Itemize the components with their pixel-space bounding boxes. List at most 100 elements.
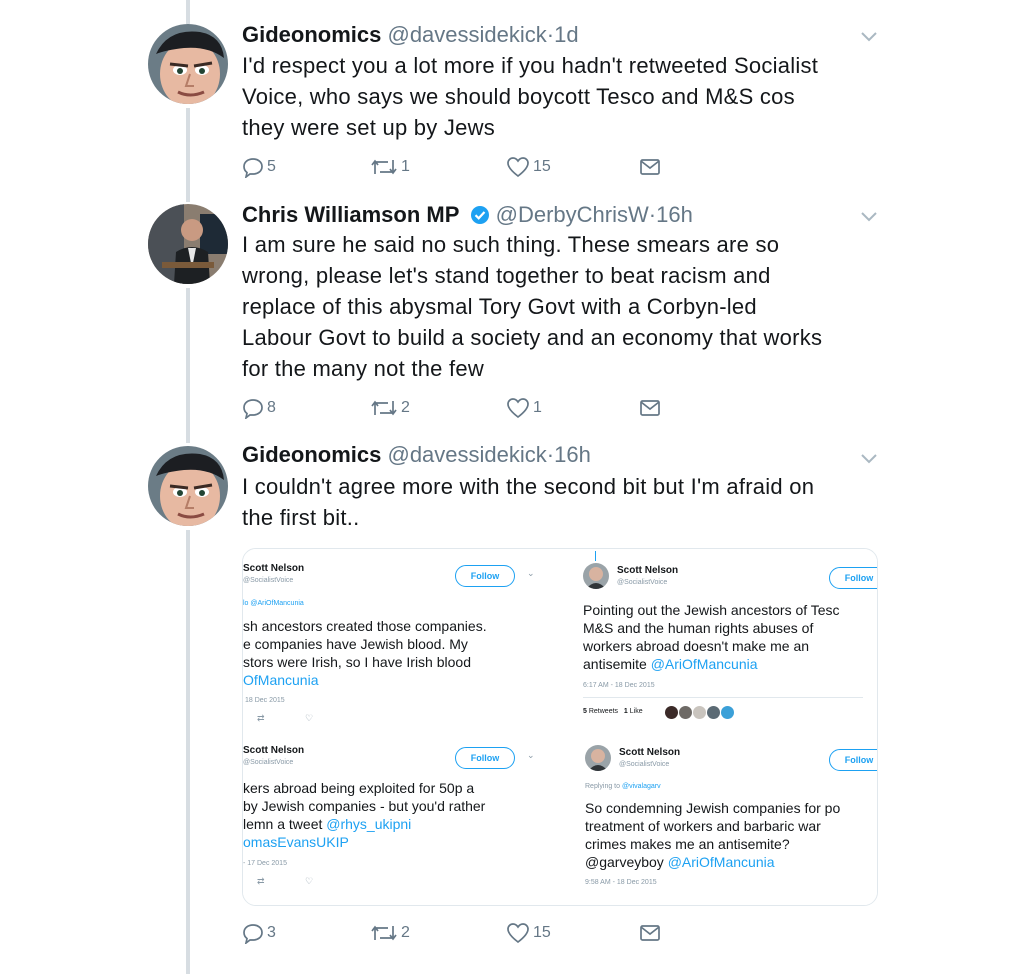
tweet-actions: 5 1 15 [242,154,682,180]
retweet-icon [371,159,397,175]
tweet-text-line: replace of this abysmal Tory Govt with a… [242,294,757,319]
tweet-text-line: Voice, who says we should boycott Tesco … [242,84,795,109]
timestamp[interactable]: 1d [554,22,578,47]
tweet-text: I am sure he said no such thing. These s… [242,229,882,384]
reply-button[interactable]: 8 [242,395,276,421]
reply-button[interactable]: 5 [242,154,276,180]
reply-count: 5 [267,158,276,175]
chevron-down-icon[interactable] [860,210,878,228]
attached-image[interactable]: Scott Nelson @SocialistVoice Follow ⌄ lo… [242,548,878,906]
avatar[interactable] [148,204,228,284]
chevron-down-icon: ⌄ [527,750,535,760]
screenshot-tweet-text: So condemning Jewish companies for po tr… [585,800,841,870]
tweet[interactable]: Gideonomics @davessidekick·1d I'd respec… [0,22,1024,194]
like-count: 1 [533,399,542,416]
screenshot-display-name: Scott Nelson [243,745,305,756]
username[interactable]: @DerbyChrisW [496,202,649,227]
screenshot-follow-button: Follow [829,749,877,771]
screenshot-display-name: Scott Nelson [619,747,681,758]
reply-icon [243,158,263,178]
retweet-button[interactable]: 2 [370,920,410,946]
screenshot-display-name: Scott Nelson [617,565,679,576]
verified-badge-icon [470,206,489,224]
screenshot-display-name: Scott Nelson [243,563,305,574]
screenshot-tweet-bottom-left: Scott Nelson @SocialistVoice Follow ⌄ ke… [243,737,561,905]
like-button[interactable]: 15 [506,154,551,180]
screenshot-tweet-top-left: Scott Nelson @SocialistVoice Follow ⌄ lo… [243,549,561,735]
reply-button[interactable]: 3 [242,920,276,946]
reply-count: 8 [267,399,276,416]
thread-line [186,0,190,24]
direct-message-button[interactable] [638,154,662,180]
timestamp[interactable]: 16h [554,442,591,467]
like-icon: ♡ [305,876,314,886]
avatar [665,706,678,719]
screenshot-follow-button: Follow [829,567,877,589]
chevron-down-icon[interactable] [860,452,878,470]
avatar[interactable] [148,446,228,526]
avatar[interactable] [148,24,228,104]
tweet[interactable]: Chris Williamson MP @DerbyChrisW·16h I a… [0,202,1024,434]
screenshot-tweet-text: Pointing out the Jewish ancestors of Tes… [583,602,840,672]
username[interactable]: @davessidekick [387,22,546,47]
tweet-text-line: Labour Govt to build a society and an ec… [242,325,823,350]
divider [583,697,863,698]
avatar-image [148,24,228,104]
retweet-icon: ⇄ [257,713,265,723]
avatar [583,563,609,589]
tweet-text-line: for the many not the few [242,356,485,381]
tweet-actions: 8 2 1 [242,395,682,421]
like-count: 15 [533,158,551,175]
retweet-button[interactable]: 1 [370,154,410,180]
chevron-down-icon[interactable] [860,30,878,48]
thread-line [595,551,596,561]
display-name[interactable]: Chris Williamson MP [242,202,459,227]
screenshot-replying-to: lo @AriOfMancunia [243,600,304,607]
display-name[interactable]: Gideonomics [242,22,381,47]
screenshot-timestamp: 6:17 AM - 18 Dec 2015 [583,682,655,689]
like-icon: ♡ [305,713,314,723]
reply-icon [243,924,263,944]
tweet-text: I couldn't agree more with the second bi… [242,471,882,533]
retweet-icon [371,925,397,941]
avatar [693,706,706,719]
separator-dot: · [648,202,657,227]
tweet-text-line: they were set up by Jews [242,115,496,140]
like-icon [507,923,529,944]
retweet-button[interactable]: 2 [370,395,410,421]
separator-dot: · [546,22,555,47]
screenshot-timestamp: 18 Dec 2015 [245,697,285,704]
screenshot-replying-to: Replying to @vivalagarv [585,783,661,790]
screenshot-username: @SocialistVoice [619,761,670,768]
direct-message-icon [640,159,660,175]
avatar-image [148,446,228,526]
tweet-header: Gideonomics @davessidekick·1d [242,22,579,48]
screenshot-username: @SocialistVoice [243,759,294,766]
screenshot-timestamp: 9:58 AM - 18 Dec 2015 [585,879,657,886]
retweet-icon [371,400,397,416]
direct-message-icon [640,925,660,941]
screenshot-follow-button: Follow [455,747,515,769]
like-button[interactable]: 15 [506,920,551,946]
like-count: 15 [533,924,551,941]
tweet-header: Chris Williamson MP @DerbyChrisW·16h [242,202,693,228]
screenshot-username: @SocialistVoice [243,577,294,584]
screenshot-tweet-top-right: Scott Nelson @SocialistVoice Follow Poin… [563,549,877,735]
direct-message-button[interactable] [638,920,662,946]
username[interactable]: @davessidekick [387,442,546,467]
tweet-text-line: I am sure he said no such thing. These s… [242,232,780,257]
avatar-image [148,204,228,284]
screenshot-engagement-stats: 5 Retweets 1 Like [583,708,643,715]
direct-message-button[interactable] [638,395,662,421]
like-button[interactable]: 1 [506,395,542,421]
tweet-text-line: I'd respect you a lot more if you hadn't… [242,53,819,78]
like-icon [507,157,529,178]
retweet-count: 2 [401,924,410,941]
screenshot-username: @SocialistVoice [617,579,668,586]
timestamp[interactable]: 16h [656,202,693,227]
tweet-actions: 3 2 15 [242,920,682,946]
display-name[interactable]: Gideonomics [242,442,381,467]
direct-message-icon [640,400,660,416]
screenshot-tweet-text: sh ancestors created those companies. e … [243,618,487,688]
screenshot-tweet-text: kers abroad being exploited for 50p a by… [243,780,486,850]
